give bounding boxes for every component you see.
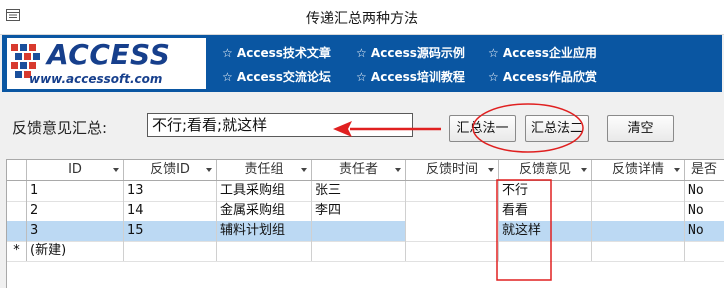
column-header-label: 反馈时间 xyxy=(425,162,478,177)
table-row[interactable]: 1 13 工具采购组 张三 不行 No xyxy=(7,181,724,202)
column-header-label: ID xyxy=(68,162,82,177)
column-header-label: 是否 xyxy=(691,162,718,177)
cell-detail[interactable] xyxy=(592,221,685,241)
dropdown-arrow-icon[interactable] xyxy=(581,168,587,172)
column-header-label: 责任组 xyxy=(244,162,284,177)
nav-link-enterprise[interactable]: ☆ Access企业应用 xyxy=(488,44,597,61)
logo-name: ACCESS xyxy=(47,38,171,71)
table-row[interactable]: 2 14 金属采购组 李四 看看 No xyxy=(7,201,724,222)
cell-flag[interactable]: No xyxy=(685,201,724,221)
datasheet: ID 反馈ID 责任组 责任者 反馈时间 反馈意见 反馈详情 是否 1 13 工… xyxy=(6,159,724,288)
cell-time[interactable] xyxy=(406,181,499,201)
cell-fid[interactable] xyxy=(124,241,217,261)
logo-url: www.accessoft.com xyxy=(29,72,163,86)
dropdown-arrow-icon[interactable] xyxy=(113,168,119,172)
cell-detail[interactable] xyxy=(592,181,685,201)
nav-link-articles[interactable]: ☆ Access技术文章 xyxy=(222,44,331,61)
row-selector[interactable] xyxy=(7,201,27,221)
cell-fid[interactable]: 15 xyxy=(124,221,217,241)
cell-id[interactable]: 2 xyxy=(27,201,124,221)
column-header-id[interactable]: ID xyxy=(27,160,124,180)
select-all-corner[interactable] xyxy=(7,160,27,180)
column-header-opinion[interactable]: 反馈意见 xyxy=(499,160,592,180)
column-header-label: 反馈ID xyxy=(150,162,190,177)
header-row: ID 反馈ID 责任组 责任者 反馈时间 反馈意见 反馈详情 是否 xyxy=(7,160,724,181)
column-header-group[interactable]: 责任组 xyxy=(217,160,312,180)
cell-time[interactable] xyxy=(406,201,499,221)
new-record-marker[interactable]: * xyxy=(7,241,27,261)
cell-person[interactable] xyxy=(312,241,406,261)
summary-textbox[interactable]: 不行;看看;就这样 xyxy=(147,113,413,137)
window-title: 传递汇总两种方法 xyxy=(306,11,418,27)
summarize-method2-button[interactable]: 汇总法二 xyxy=(525,115,589,142)
column-header-label: 责任者 xyxy=(338,162,378,177)
cell-person[interactable]: 李四 xyxy=(312,201,406,221)
cell-opinion[interactable]: 看看 xyxy=(499,201,592,221)
column-header-fid[interactable]: 反馈ID xyxy=(124,160,217,180)
cell-fid[interactable]: 13 xyxy=(124,181,217,201)
nav-link-training[interactable]: ☆ Access培训教程 xyxy=(356,68,465,85)
cell-person[interactable] xyxy=(312,221,406,241)
dropdown-arrow-icon[interactable] xyxy=(674,168,680,172)
cell-id[interactable]: 3 xyxy=(27,221,124,241)
new-record-label[interactable]: (新建) xyxy=(27,241,124,261)
cell-opinion[interactable]: 不行 xyxy=(499,181,592,201)
column-header-label: 反馈意见 xyxy=(518,162,571,177)
cell-group[interactable]: 辅料计划组 xyxy=(217,221,312,241)
cell-flag[interactable]: No xyxy=(685,181,724,201)
cell-person[interactable]: 张三 xyxy=(312,181,406,201)
nav-link-forum[interactable]: ☆ Access交流论坛 xyxy=(222,68,331,85)
row-selector[interactable] xyxy=(7,181,27,201)
nav-link-source-samples[interactable]: ☆ Access源码示例 xyxy=(356,44,465,61)
header-banner: ACCESS www.accessoft.com ☆ Access技术文章 ☆ … xyxy=(2,35,722,92)
cell-flag[interactable] xyxy=(685,241,724,261)
dropdown-arrow-icon[interactable] xyxy=(206,168,212,172)
row-selector[interactable] xyxy=(7,221,27,241)
title-bar: 传递汇总两种方法 xyxy=(0,0,724,35)
accessoft-logo: ACCESS www.accessoft.com xyxy=(7,38,206,89)
column-header-detail[interactable]: 反馈详情 xyxy=(592,160,685,180)
cell-group[interactable]: 金属采购组 xyxy=(217,201,312,221)
nav-link-showcase[interactable]: ☆ Access作品欣赏 xyxy=(488,68,597,85)
dropdown-arrow-icon[interactable] xyxy=(395,168,401,172)
cell-detail[interactable] xyxy=(592,201,685,221)
table-row-new[interactable]: * (新建) xyxy=(7,241,724,262)
column-header-flag[interactable]: 是否 xyxy=(685,160,724,180)
cell-flag[interactable]: No xyxy=(685,221,724,241)
cell-opinion[interactable] xyxy=(499,241,592,261)
dropdown-arrow-icon[interactable] xyxy=(301,168,307,172)
cell-opinion[interactable]: 就这样 xyxy=(499,221,592,241)
cell-fid[interactable]: 14 xyxy=(124,201,217,221)
summarize-method1-button[interactable]: 汇总法一 xyxy=(449,115,516,142)
column-header-label: 反馈详情 xyxy=(611,162,664,177)
column-header-time[interactable]: 反馈时间 xyxy=(406,160,499,180)
clear-button[interactable]: 清空 xyxy=(607,115,674,142)
cell-time[interactable] xyxy=(406,241,499,261)
column-header-person[interactable]: 责任者 xyxy=(312,160,406,180)
cell-time[interactable] xyxy=(406,221,499,241)
dropdown-arrow-icon[interactable] xyxy=(488,168,494,172)
cell-detail[interactable] xyxy=(592,241,685,261)
table-row-selected[interactable]: 3 15 辅料计划组 就这样 No xyxy=(7,221,724,242)
cell-group[interactable]: 工具采购组 xyxy=(217,181,312,201)
cell-group[interactable] xyxy=(217,241,312,261)
summary-label: 反馈意见汇总: xyxy=(12,119,108,137)
cell-id[interactable]: 1 xyxy=(27,181,124,201)
